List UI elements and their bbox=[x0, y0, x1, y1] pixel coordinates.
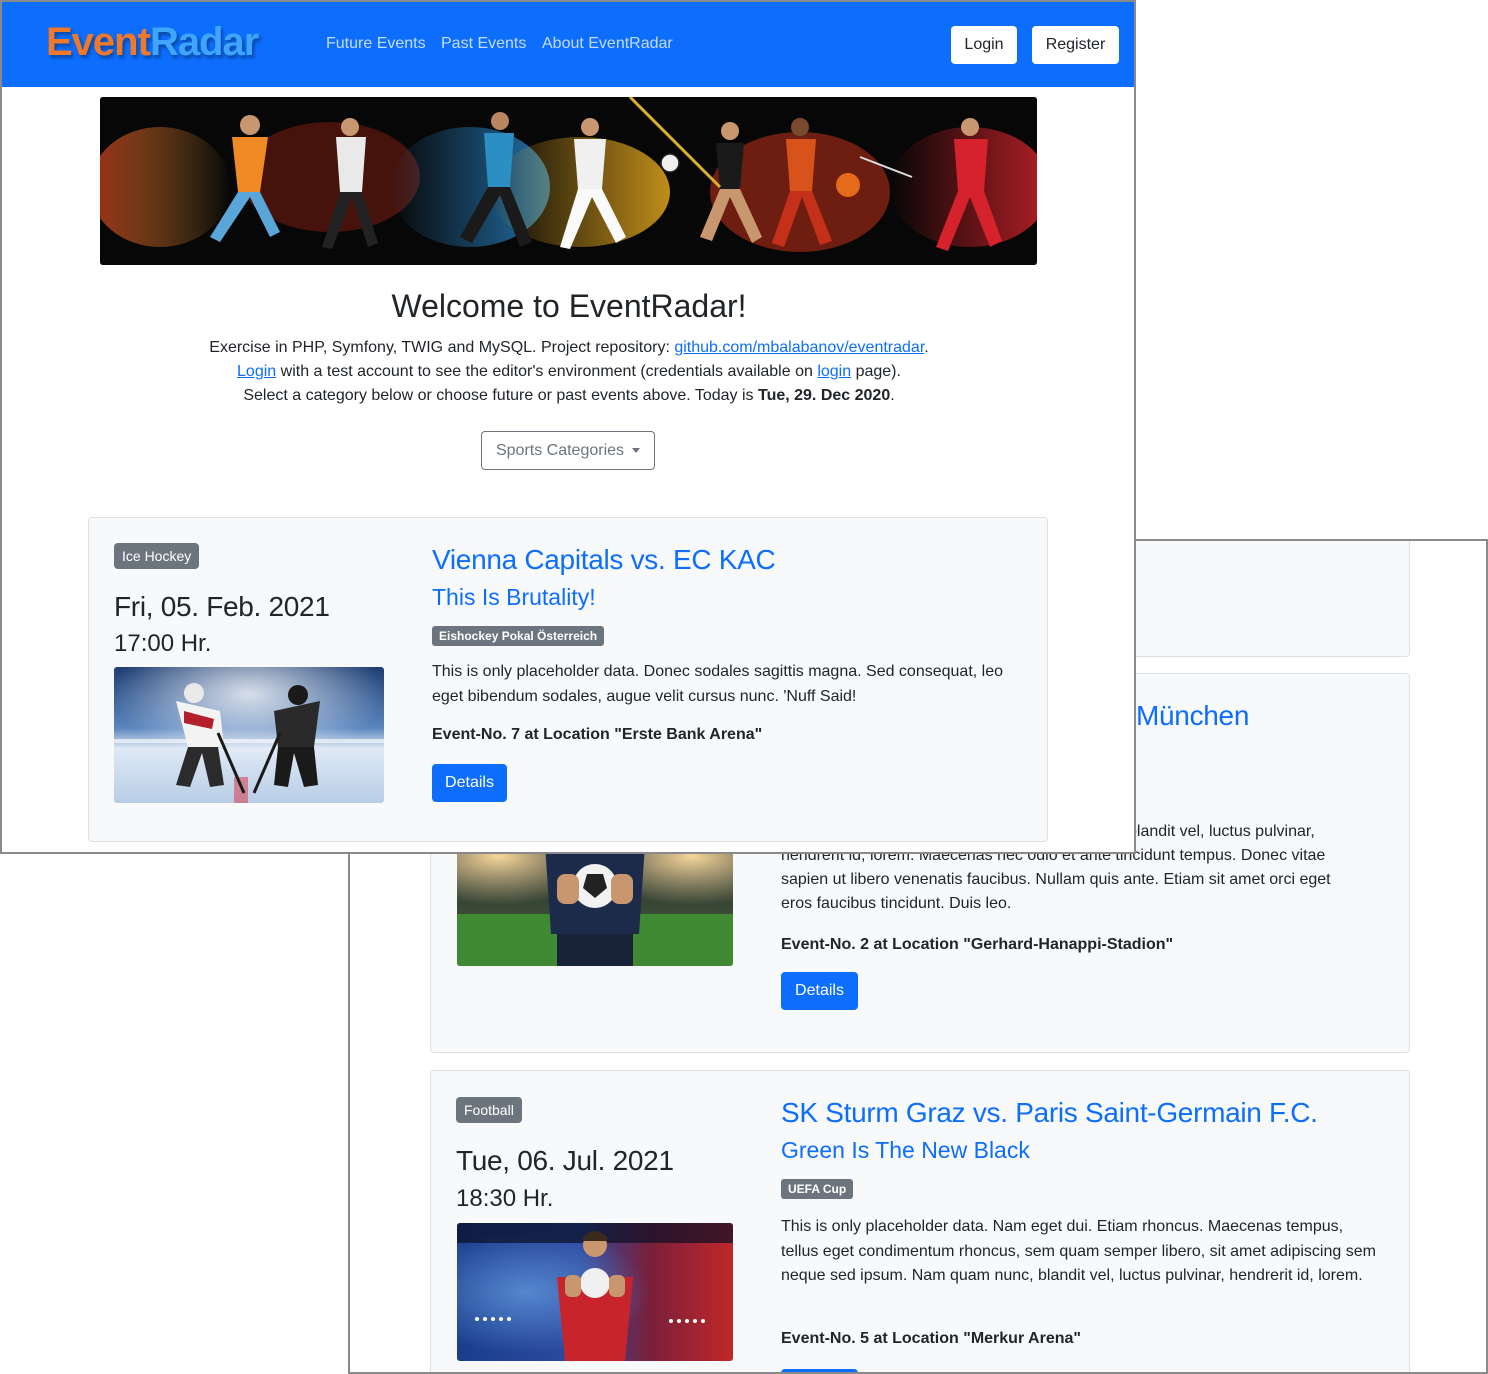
category-badge: Ice Hockey bbox=[114, 543, 200, 569]
event-card-1: Ice Hockey Fri, 05. Feb. 2021 17:00 Hr. bbox=[88, 517, 1048, 842]
intro-text: . bbox=[924, 339, 929, 356]
caret-down-icon bbox=[632, 448, 641, 454]
dropdown-label: Sports Categories bbox=[495, 442, 625, 459]
event-subtitle-link[interactable]: This Is Brutality! bbox=[432, 584, 596, 611]
intro-line-2: Login with a test account to see the edi… bbox=[2, 360, 1134, 384]
event-description: This is only placeholder data. Nam eget … bbox=[781, 1218, 1376, 1284]
intro-text: Select a category below or choose future… bbox=[243, 387, 758, 404]
github-repo-link[interactable]: github.com/mbalabanov/eventradar bbox=[674, 339, 924, 356]
event-description-partial-4: eros faucibus tincidunt. Duis leo. bbox=[781, 895, 1012, 912]
event-date: Tue, 06. Jul. 2021 bbox=[456, 1145, 674, 1176]
nav-about[interactable]: About EventRadar bbox=[542, 35, 673, 53]
event-time: 17:00 Hr. bbox=[114, 630, 212, 657]
intro-line-3: Select a category below or choose future… bbox=[2, 384, 1134, 408]
intro-text: Exercise in PHP, Symfony, TWIG and MySQL… bbox=[209, 339, 675, 356]
register-button[interactable]: Register bbox=[1032, 26, 1119, 64]
details-button[interactable]: Details bbox=[781, 972, 858, 1010]
league-badge: Eishockey Pokal Österreich bbox=[432, 626, 605, 646]
details-button[interactable]: Details bbox=[432, 764, 507, 802]
event-description-partial-3: sapien ut libero venenatis faucibus. Nul… bbox=[781, 871, 1331, 888]
event-location: Event-No. 7 at Location "Erste Bank Aren… bbox=[432, 726, 763, 743]
event-title-fragment[interactable]: München bbox=[1136, 700, 1249, 732]
event-title-link[interactable]: SK Sturm Graz vs. Paris Saint-Germain F.… bbox=[781, 1097, 1318, 1129]
nav-future-events[interactable]: Future Events bbox=[326, 35, 426, 53]
brand-logo-part1: Event bbox=[46, 20, 151, 64]
brand-logo-part2: Radar bbox=[149, 20, 259, 64]
primary-browser-window: EventRadar Future Events Past Events Abo… bbox=[0, 0, 1136, 854]
top-navbar: EventRadar Future Events Past Events Abo… bbox=[2, 2, 1134, 87]
football-player-photo bbox=[457, 1223, 733, 1361]
today-date: Tue, 29. Dec 2020 bbox=[757, 387, 891, 404]
event-description-partial-1: blandit vel, luctus pulvinar, bbox=[1128, 823, 1315, 840]
category-badge: Football bbox=[456, 1097, 522, 1123]
event-time: 18:30 Hr. bbox=[456, 1185, 554, 1212]
intro-text: with a test account to see the editor's … bbox=[276, 363, 818, 380]
sports-categories-dropdown[interactable]: Sports Categories bbox=[481, 431, 655, 470]
event-date: Fri, 05. Feb. 2021 bbox=[114, 591, 330, 622]
ice-hockey-photo bbox=[114, 667, 384, 803]
event-title-link[interactable]: Vienna Capitals vs. EC KAC bbox=[432, 544, 776, 576]
intro-line-1: Exercise in PHP, Symfony, TWIG and MySQL… bbox=[2, 336, 1134, 360]
event-subtitle-link[interactable]: Green Is The New Black bbox=[781, 1137, 1030, 1164]
event-location: Event-No. 2 at Location "Gerhard-Hanappi… bbox=[781, 936, 1174, 953]
login-button[interactable]: Login bbox=[951, 26, 1017, 64]
page-title: Welcome to EventRadar! bbox=[391, 288, 747, 324]
sports-banner-image bbox=[100, 97, 1037, 265]
league-badge: UEFA Cup bbox=[781, 1179, 854, 1199]
login-page-link[interactable]: login bbox=[817, 363, 851, 380]
intro-text: page). bbox=[851, 363, 901, 380]
event-card-3: Football Tue, 06. Jul. 2021 18:30 Hr. SK… bbox=[430, 1070, 1410, 1372]
brand-logo[interactable]: EventRadar bbox=[46, 17, 259, 67]
event-location: Event-No. 5 at Location "Merkur Arena" bbox=[781, 1330, 1081, 1347]
nav-past-events[interactable]: Past Events bbox=[441, 35, 526, 53]
details-button-partial[interactable] bbox=[781, 1369, 858, 1372]
login-link[interactable]: Login bbox=[237, 363, 276, 380]
event-description: This is only placeholder data. Donec sod… bbox=[432, 663, 1004, 705]
football-player-photo bbox=[457, 844, 733, 966]
intro-text: . bbox=[890, 387, 895, 404]
